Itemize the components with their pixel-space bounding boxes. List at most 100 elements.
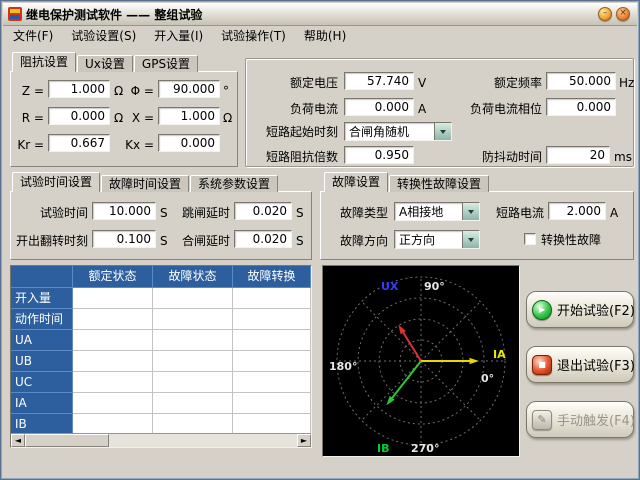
scroll-thumb[interactable] <box>25 434 109 447</box>
load-current-label: 负荷电流 <box>272 100 338 118</box>
rated-voltage-input[interactable] <box>344 72 414 90</box>
manual-trigger-button[interactable]: ✎手动触发(F4) <box>526 401 634 438</box>
table-cell[interactable] <box>153 414 233 435</box>
button-label: 退出试验(F3) <box>557 355 635 374</box>
row-label-0: 开入量 <box>11 288 73 309</box>
svg-text:IA: IA <box>493 348 506 361</box>
table-cell[interactable] <box>73 330 153 351</box>
short-current-unit: A <box>610 204 618 222</box>
chevron-down-icon[interactable] <box>434 123 451 140</box>
r-input[interactable] <box>48 107 110 125</box>
row-label-6: IB <box>11 414 73 435</box>
time-tab-1[interactable]: 故障时间设置 <box>101 175 189 192</box>
minimize-button[interactable]: – <box>598 7 612 21</box>
table-row: UB <box>11 351 311 372</box>
load-current-unit: A <box>418 100 426 118</box>
table-cell[interactable] <box>233 372 311 393</box>
table-h-scrollbar[interactable]: ◄ ► <box>11 433 311 447</box>
phi-input[interactable] <box>158 80 220 98</box>
convertible-fault-checkbox[interactable] <box>524 233 536 245</box>
close-delay-unit: S <box>296 232 304 250</box>
table-cell[interactable] <box>153 393 233 414</box>
exit-test-button[interactable]: ■退出试验(F3) <box>526 346 634 383</box>
button-label: 开始试验(F2) <box>557 300 635 319</box>
title-bar[interactable]: 继电保护测试软件 —— 整组试验 – × <box>3 3 637 26</box>
table-cell[interactable] <box>153 309 233 330</box>
flip-time-input[interactable] <box>92 230 156 248</box>
debounce-time-input[interactable] <box>546 146 610 164</box>
menu-input-quantity[interactable]: 开入量(I) <box>145 25 212 46</box>
impedance-multiple-input[interactable] <box>344 146 414 164</box>
scroll-right-button[interactable]: ► <box>297 434 311 447</box>
close-delay-input[interactable] <box>234 230 292 248</box>
load-current-phase-input[interactable] <box>546 98 616 116</box>
close-button[interactable]: × <box>616 7 630 21</box>
kr-input[interactable] <box>48 134 110 152</box>
test-time-label: 试验时间 <box>16 204 88 222</box>
table-cell[interactable] <box>73 288 153 309</box>
test-time-unit: S <box>160 204 168 222</box>
test-time-input[interactable] <box>92 202 156 220</box>
table-cell[interactable] <box>153 288 233 309</box>
short-start-combo[interactable]: 合闸角随机 <box>344 122 452 141</box>
chevron-down-icon[interactable] <box>462 231 479 248</box>
load-current-phase-label: 负荷电流相位 <box>450 100 542 118</box>
table-cell[interactable] <box>233 309 311 330</box>
fault-tab-1[interactable]: 转换性故障设置 <box>389 175 489 192</box>
table-cell[interactable] <box>73 414 153 435</box>
z-label: Z = <box>10 82 44 100</box>
table-cell[interactable] <box>153 351 233 372</box>
menu-file[interactable]: 文件(F) <box>4 25 62 46</box>
table-row: 开入量 <box>11 288 311 309</box>
x-input[interactable] <box>158 107 220 125</box>
scroll-track[interactable] <box>25 434 297 447</box>
menu-test-operation[interactable]: 试验操作(T) <box>212 25 295 46</box>
z-input[interactable] <box>48 80 110 98</box>
table-cell[interactable] <box>233 393 311 414</box>
r-label: R = <box>10 109 44 127</box>
impedance-tab-strip: 阻抗设置Ux设置GPS设置 <box>12 53 199 72</box>
table-cell[interactable] <box>153 330 233 351</box>
table-cell[interactable] <box>233 351 311 372</box>
table-row: IA <box>11 393 311 414</box>
svg-text:IB: IB <box>377 442 389 455</box>
load-current-input[interactable] <box>344 98 414 116</box>
phi-label: Φ = <box>116 82 154 100</box>
row-label-3: UB <box>11 351 73 372</box>
fault-tab-0[interactable]: 故障设置 <box>324 172 388 192</box>
kx-input[interactable] <box>158 134 220 152</box>
menu-test-settings[interactable]: 试验设置(S) <box>62 25 145 46</box>
row-label-2: UA <box>11 330 73 351</box>
table-cell[interactable] <box>233 330 311 351</box>
table-cell[interactable] <box>73 309 153 330</box>
table-cell[interactable] <box>153 372 233 393</box>
fault-type-combo[interactable]: A相接地 <box>394 202 480 221</box>
trip-delay-input[interactable] <box>234 202 292 220</box>
scroll-left-button[interactable]: ◄ <box>11 434 25 447</box>
impedance-tab-2[interactable]: GPS设置 <box>134 55 198 72</box>
trip-delay-unit: S <box>296 204 304 222</box>
fault-direction-combo[interactable]: 正方向 <box>394 230 480 249</box>
table-row: UC <box>11 372 311 393</box>
table-cell[interactable] <box>233 288 311 309</box>
row-label-4: UC <box>11 372 73 393</box>
table-cell[interactable] <box>73 372 153 393</box>
table-cell[interactable] <box>73 393 153 414</box>
trip-delay-label: 跳闸延时 <box>172 204 230 222</box>
rated-frequency-input[interactable] <box>546 72 616 90</box>
start-test-button[interactable]: ▶开始试验(F2) <box>526 291 634 328</box>
time-tab-0[interactable]: 试验时间设置 <box>12 172 100 192</box>
table-cell[interactable] <box>73 351 153 372</box>
rated-voltage-unit: V <box>418 74 426 92</box>
time-tab-2[interactable]: 系统参数设置 <box>190 175 278 192</box>
phi-unit: ° <box>223 82 229 100</box>
short-current-input[interactable] <box>548 202 606 220</box>
short-start-label: 短路起始时刻 <box>258 123 338 141</box>
table-cell[interactable] <box>233 414 311 435</box>
menu-help[interactable]: 帮助(H) <box>295 25 355 46</box>
chevron-down-icon[interactable] <box>462 203 479 220</box>
x-label: X = <box>116 109 154 127</box>
impedance-tab-0[interactable]: 阻抗设置 <box>12 52 76 72</box>
impedance-tab-1[interactable]: Ux设置 <box>77 55 133 72</box>
rated-frequency-label: 额定频率 <box>470 74 542 92</box>
